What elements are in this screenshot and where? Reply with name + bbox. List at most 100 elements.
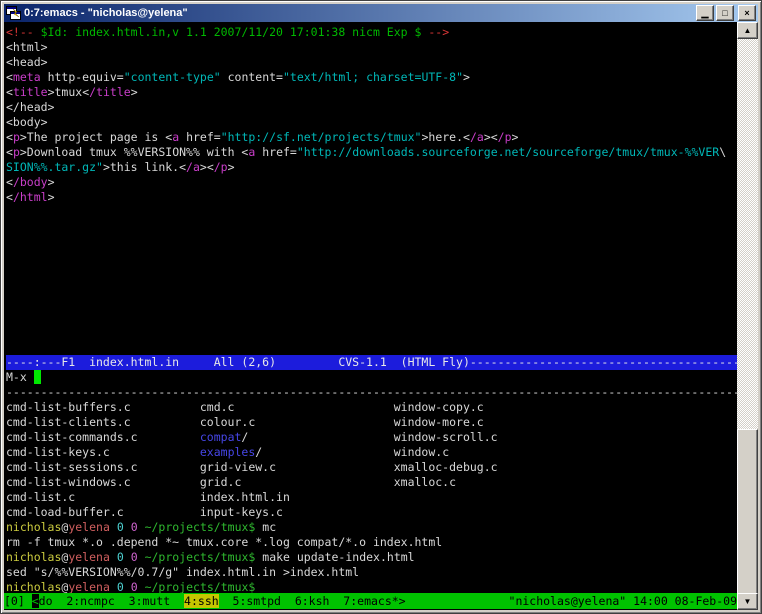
terminal-line: M-x: [6, 370, 737, 385]
text-segment: [110, 520, 117, 534]
text-segment: >: [48, 175, 55, 189]
scroll-down-button[interactable]: ▼: [737, 593, 758, 610]
scroll-up-button[interactable]: ▲: [737, 22, 758, 39]
maximize-button[interactable]: □: [716, 5, 734, 21]
text-segment: "text/html; charset=UTF-8": [283, 70, 463, 84]
text-segment: ~/projects/tmux$: [145, 550, 256, 564]
text-segment: <: [6, 175, 13, 189]
text-segment: >The project page is <: [20, 130, 172, 144]
text-segment: 0: [131, 550, 138, 564]
terminal-line: [6, 220, 737, 235]
tmux-status-left: [0] <do 2:ncmpc 3:mutt 4:ssh 5:smtpd 6:k…: [4, 593, 406, 609]
text-segment: 0: [131, 580, 138, 594]
scrollbar[interactable]: ▲ ▼: [737, 22, 758, 610]
terminal-line: [6, 340, 737, 355]
text-segment: compat: [200, 430, 242, 444]
terminal-line: ----------------------------------------…: [6, 385, 737, 400]
text-segment: [110, 550, 117, 564]
terminal-line: nicholas@yelena 0 0 ~/projects/tmux$ mc: [6, 520, 737, 535]
terminal-line: cmd-list-windows.c grid.c xmalloc.c: [6, 475, 737, 490]
text-segment: >: [228, 160, 235, 174]
text-segment: 0: [117, 550, 124, 564]
text-segment: [138, 520, 145, 534]
titlebar-buttons: ▁ □ ×: [696, 5, 756, 21]
terminal-line: <body>: [6, 115, 737, 130]
text-segment: p: [13, 130, 20, 144]
text-segment: [138, 550, 145, 564]
putty-icon[interactable]: [6, 6, 21, 21]
scrollbar-thumb[interactable]: [737, 429, 758, 595]
text-segment: content=: [221, 70, 283, 84]
text-segment: >: [463, 70, 470, 84]
text-segment: 0: [117, 580, 124, 594]
terminal-line: cmd-load-buffer.c input-keys.c: [6, 505, 737, 520]
minimize-button[interactable]: ▁: [696, 5, 714, 21]
text-segment: cmd-list-buffers.c cmd.c window-copy.c: [6, 400, 484, 414]
scroll-up-icon: ▲: [744, 27, 752, 35]
close-icon: ×: [744, 9, 749, 18]
text-segment: "http://sf.net/projects/tmux": [221, 130, 422, 144]
text-segment: ><: [200, 160, 214, 174]
terminal-line: rm -f tmux *.o .depend *~ tmux.core *.lo…: [6, 535, 737, 550]
text-segment: <: [6, 190, 13, 204]
text-segment: / window.c: [255, 445, 449, 459]
close-button[interactable]: ×: [738, 5, 756, 21]
text-segment: [138, 580, 145, 594]
terminal-line: </html>: [6, 190, 737, 205]
text-segment: sed "s/%%VERSION%%/0.7/g" index.html.in …: [6, 565, 359, 579]
terminal-line: [6, 295, 737, 310]
text-segment: ----:---F1 index.html.in All (2,6) CVS-1…: [6, 355, 737, 369]
terminal-line: </head>: [6, 100, 737, 115]
terminal[interactable]: <!-- $Id: index.html.in,v 1.1 2007/11/20…: [4, 22, 737, 610]
text-segment: cmd-list-sessions.c grid-view.c xmalloc-…: [6, 460, 498, 474]
terminal-line: SION%%.tar.gz">this link.</a></p>: [6, 160, 737, 175]
terminal-line: cmd-list-keys.c examples/ window.c: [6, 445, 737, 460]
text-segment: /a: [470, 130, 484, 144]
text-segment: href=: [255, 145, 297, 159]
text-segment: [124, 580, 131, 594]
window-titlebar: 0:7:emacs - "nicholas@yelena" ▁ □ ×: [4, 4, 758, 22]
text-segment: yelena: [68, 520, 110, 534]
terminal-line: <p>The project page is <a href="http://s…: [6, 130, 737, 145]
text-segment: [124, 520, 131, 534]
text-segment: meta: [13, 70, 41, 84]
text-segment: /title: [89, 85, 131, 99]
text-segment: ><: [484, 130, 498, 144]
session-indicator: [0]: [4, 594, 32, 608]
text-segment: examples: [200, 445, 255, 459]
text-segment: cmd-load-buffer.c input-keys.c: [6, 505, 283, 519]
text-segment: rm -f tmux *.o .depend *~ tmux.core *.lo…: [6, 535, 442, 549]
emacs-modeline: ----:---F1 index.html.in All (2,6) CVS-1…: [6, 355, 737, 370]
text-segment: /body: [13, 175, 48, 189]
text-segment: M-x: [6, 370, 34, 384]
window-list: 5:smtpd 6:ksh 7:emacs*>: [219, 594, 406, 608]
text-segment: href=: [179, 130, 221, 144]
text-segment: >: [131, 85, 138, 99]
text-segment: yelena: [68, 580, 110, 594]
text-segment: $Id: index.html.in,v 1.1 2007/11/20 17:0…: [41, 25, 422, 39]
text-segment: >: [48, 85, 55, 99]
text-segment: <: [6, 145, 13, 159]
terminal-line: [6, 265, 737, 280]
terminal-line: [6, 250, 737, 265]
terminal-line: <title>tmux</title>: [6, 85, 737, 100]
text-segment: </head>: [6, 100, 54, 114]
terminal-line: <p>Download tmux %%VERSION%% with <a hre…: [6, 145, 737, 160]
text-segment: >Download tmux %%VERSION%% with <: [20, 145, 248, 159]
text-segment: cmd-list-keys.c: [6, 445, 200, 459]
text-segment: \: [719, 145, 726, 159]
text-segment: ----------------------------------------…: [6, 385, 737, 399]
text-segment: make update-index.html: [255, 550, 414, 564]
terminal-line: <meta http-equiv="content-type" content=…: [6, 70, 737, 85]
putty-window: 0:7:emacs - "nicholas@yelena" ▁ □ × <!--…: [0, 0, 762, 614]
text-segment: mc: [255, 520, 276, 534]
text-segment: <: [6, 85, 13, 99]
text-segment: title: [13, 85, 48, 99]
terminal-line: [6, 205, 737, 220]
text-segment: >this link.<: [103, 160, 186, 174]
window-list-overflow-indicator: <: [32, 594, 39, 608]
terminal-line: cmd-list-commands.c compat/ window-scrol…: [6, 430, 737, 445]
terminal-line: [6, 235, 737, 250]
terminal-line: cmd-list-sessions.c grid-view.c xmalloc-…: [6, 460, 737, 475]
terminal-line: <head>: [6, 55, 737, 70]
